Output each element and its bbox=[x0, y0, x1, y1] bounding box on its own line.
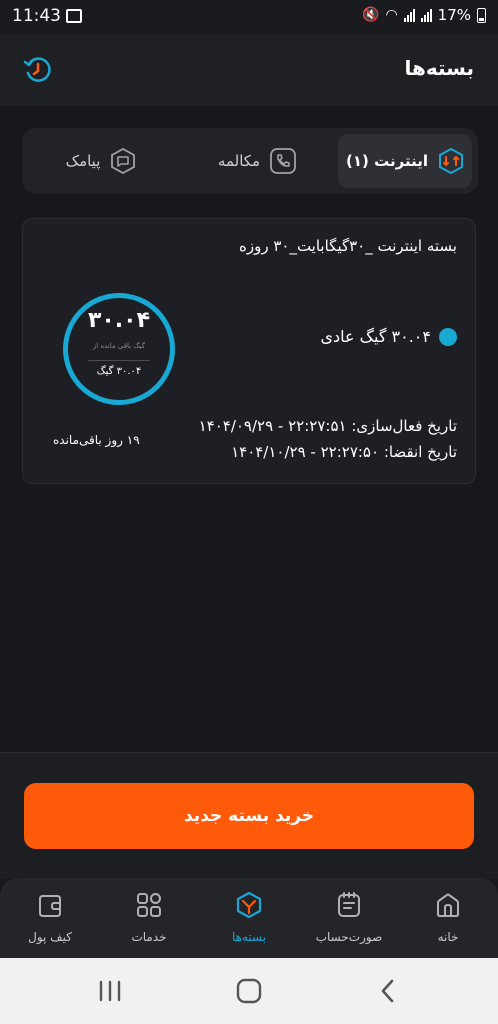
nav-bill-label: صورت‌حساب bbox=[315, 930, 383, 944]
tab-call[interactable]: مکالمه bbox=[182, 134, 332, 188]
image-notification-icon bbox=[66, 9, 82, 23]
services-icon bbox=[137, 893, 161, 917]
gauge-total: ۳۰.۰۴ گیگ bbox=[96, 366, 142, 377]
nav-bill[interactable]: صورت‌حساب bbox=[307, 890, 391, 944]
gauge-value: ۳۰.۰۴ bbox=[87, 308, 151, 333]
bottom-navigation: خانه صورت‌حساب بسته‌ها خدمات کیف پول bbox=[0, 878, 498, 958]
back-icon[interactable] bbox=[378, 978, 398, 1004]
tab-sms-label: پیامک bbox=[65, 152, 101, 170]
nav-wallet[interactable]: کیف پول bbox=[8, 890, 92, 944]
status-indicators: 🔇 ◠ 17% bbox=[362, 6, 486, 24]
signal-icon bbox=[403, 8, 415, 22]
tab-internet-label: اینترنت (۱) bbox=[346, 152, 428, 170]
days-remaining: ۱۹ روز باقی‌مانده bbox=[53, 433, 140, 447]
nav-services-label: خدمات bbox=[131, 930, 167, 944]
legend-label: ۳۰.۰۴ گیگ عادی bbox=[320, 327, 431, 346]
phone-icon bbox=[270, 148, 296, 174]
home-button-icon[interactable] bbox=[236, 978, 262, 1004]
package-title: بسته اینترنت _۳۰گیگابایت_۳۰ روزه bbox=[238, 237, 457, 255]
page-title: بسته‌ها bbox=[404, 56, 474, 80]
nav-packages[interactable]: بسته‌ها bbox=[207, 890, 291, 944]
nav-services[interactable]: خدمات bbox=[107, 890, 191, 944]
system-navigation-bar bbox=[0, 958, 498, 1024]
status-time: 11:43 bbox=[12, 6, 61, 26]
app-header: بسته‌ها bbox=[0, 34, 498, 106]
expiry-date: تاریخ انقضا: ۲۲:۲۷:۵۰ - ۱۴۰۴/۱۰/۲۹ bbox=[231, 443, 457, 461]
nav-wallet-label: کیف پول bbox=[28, 930, 72, 944]
usage-legend: ۳۰.۰۴ گیگ عادی bbox=[321, 327, 457, 346]
legend-dot bbox=[439, 327, 457, 346]
recent-apps-icon[interactable] bbox=[98, 980, 122, 1002]
package-icon bbox=[236, 891, 262, 919]
bill-icon bbox=[338, 892, 360, 917]
message-icon bbox=[111, 148, 136, 174]
battery-text: 17% bbox=[437, 6, 471, 24]
package-card[interactable]: بسته اینترنت _۳۰گیگابایت_۳۰ روزه ۳۰.۰۴ گ… bbox=[22, 218, 476, 484]
nav-home[interactable]: خانه bbox=[406, 890, 490, 944]
gauge-divider bbox=[88, 360, 150, 361]
package-type-tabs: اینترنت (۱) مکالمه پیامک bbox=[22, 128, 478, 194]
nav-packages-label: بسته‌ها bbox=[231, 930, 267, 944]
tab-sms[interactable]: پیامک bbox=[26, 134, 176, 188]
signal-icon bbox=[420, 8, 432, 22]
internet-icon bbox=[438, 148, 463, 174]
gauge-caption: گیگ باقی مانده از bbox=[92, 342, 146, 350]
nav-home-label: خانه bbox=[437, 930, 459, 944]
mute-icon: 🔇 bbox=[362, 7, 380, 23]
wallet-icon bbox=[39, 895, 61, 917]
battery-icon bbox=[477, 7, 486, 23]
activation-date: تاریخ فعال‌سازی: ۲۲:۲۷:۵۱ - ۱۴۰۴/۰۹/۲۹ bbox=[198, 417, 457, 435]
tab-internet[interactable]: اینترنت (۱) bbox=[338, 134, 472, 188]
home-icon bbox=[437, 893, 459, 917]
buy-new-package-button[interactable]: خرید بسته جدید bbox=[24, 783, 474, 849]
status-bar: 11:43 🔇 ◠ 17% bbox=[0, 0, 498, 34]
history-icon[interactable] bbox=[22, 54, 54, 86]
buy-area: خرید بسته جدید bbox=[0, 752, 498, 879]
wifi-icon: ◠ bbox=[385, 7, 398, 23]
remaining-gauge: ۳۰.۰۴ گیگ باقی مانده از ۳۰.۰۴ گیگ bbox=[63, 293, 175, 405]
tab-call-label: مکالمه bbox=[217, 152, 261, 170]
